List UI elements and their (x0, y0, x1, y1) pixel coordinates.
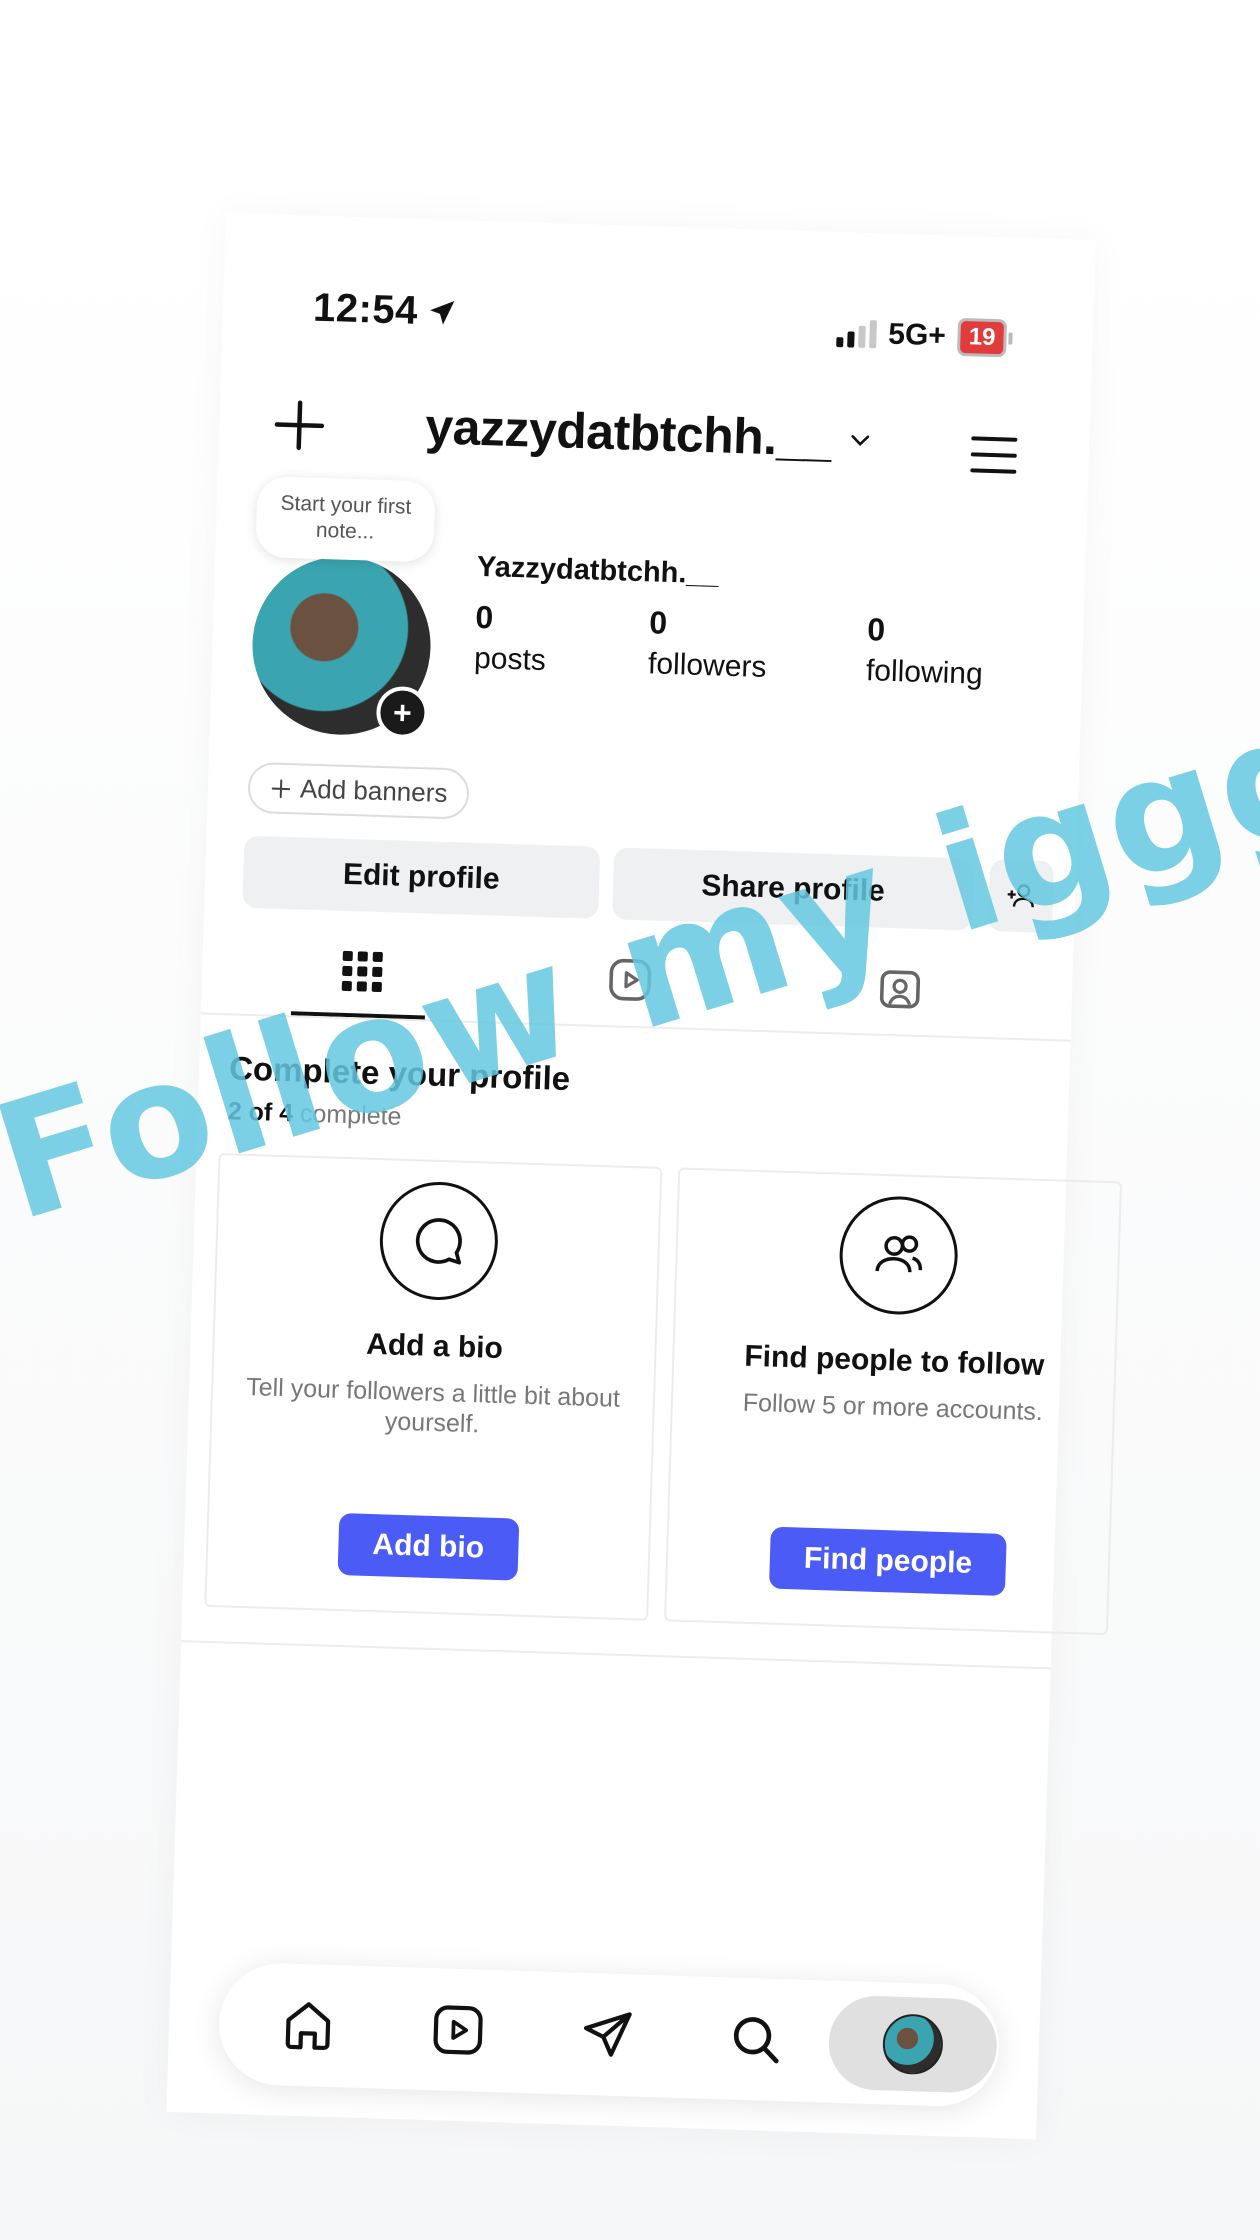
hamburger-menu-icon (970, 436, 1018, 474)
search-icon (733, 2017, 779, 2064)
status-indicators: 5G+ 19 (835, 314, 1013, 358)
nav-search[interactable] (724, 2007, 788, 2071)
find-people-button[interactable]: Find people (768, 1526, 1008, 1596)
profile-avatar-small (881, 2013, 944, 2076)
home-icon (285, 2002, 331, 2051)
card-description: Follow 5 or more accounts. (742, 1388, 1044, 1427)
account-switcher[interactable]: yazzydatbtchh.__ (425, 397, 875, 469)
posts-count: 0 (474, 598, 494, 636)
following-label: following (865, 654, 984, 691)
signal-icon (835, 319, 877, 349)
battery-level: 19 (957, 317, 1008, 358)
add-banners-label: Add banners (299, 773, 448, 809)
nav-profile[interactable] (827, 1994, 999, 2094)
stat-followers[interactable]: 0 followers (648, 604, 769, 685)
edit-profile-label: Edit profile (342, 857, 501, 896)
reels-icon (433, 2005, 483, 2055)
note-placeholder: Start your first note... (280, 491, 412, 544)
find-people-card: Find people to follow Follow 5 or more a… (664, 1167, 1123, 1636)
add-story-icon[interactable]: + (375, 685, 430, 740)
phone-screen: 12:54 5G+ 19 yazzydatbtchh.__ Start your… (166, 212, 1123, 2140)
add-banners-button[interactable]: Add banners (247, 761, 471, 820)
stat-following[interactable]: 0 following (865, 611, 984, 692)
card-title: Find people to follow (743, 1339, 1045, 1383)
network-label: 5G+ (887, 317, 947, 353)
nav-home[interactable] (276, 1993, 340, 2057)
followers-label: followers (647, 647, 767, 684)
display-name: Yazzydatbtchh.__ (476, 550, 720, 591)
username-title: yazzydatbtchh.__ (424, 398, 833, 467)
location-arrow-icon (429, 300, 455, 325)
people-icon (837, 1194, 960, 1317)
battery-icon: 19 (957, 317, 1013, 358)
status-time-text: 12:54 (312, 285, 419, 333)
card-description: Tell your followers a little bit about y… (245, 1373, 621, 1439)
content-divider (181, 1640, 1051, 1670)
nav-reels[interactable] (426, 1998, 490, 2062)
card-title: Add a bio (365, 1327, 504, 1366)
note-bubble[interactable]: Start your first note... (255, 475, 436, 562)
following-count: 0 (866, 611, 886, 648)
add-bio-card: Add a bio Tell your followers a little b… (204, 1153, 663, 1621)
nav-messages[interactable] (576, 2003, 640, 2067)
add-bio-button[interactable]: Add bio (337, 1513, 520, 1581)
status-time: 12:54 (312, 286, 458, 336)
plus-icon (271, 779, 291, 798)
chevron-down-icon (851, 435, 870, 447)
followers-count: 0 (648, 604, 668, 641)
posts-label: posts (473, 641, 547, 678)
bottom-nav (217, 1961, 1001, 2108)
create-button[interactable] (268, 394, 330, 456)
stat-posts[interactable]: 0 posts (474, 599, 548, 678)
send-icon (583, 2012, 632, 2057)
plus-icon (274, 400, 325, 450)
speech-bubble-icon (378, 1180, 500, 1302)
menu-button[interactable] (968, 432, 1019, 478)
